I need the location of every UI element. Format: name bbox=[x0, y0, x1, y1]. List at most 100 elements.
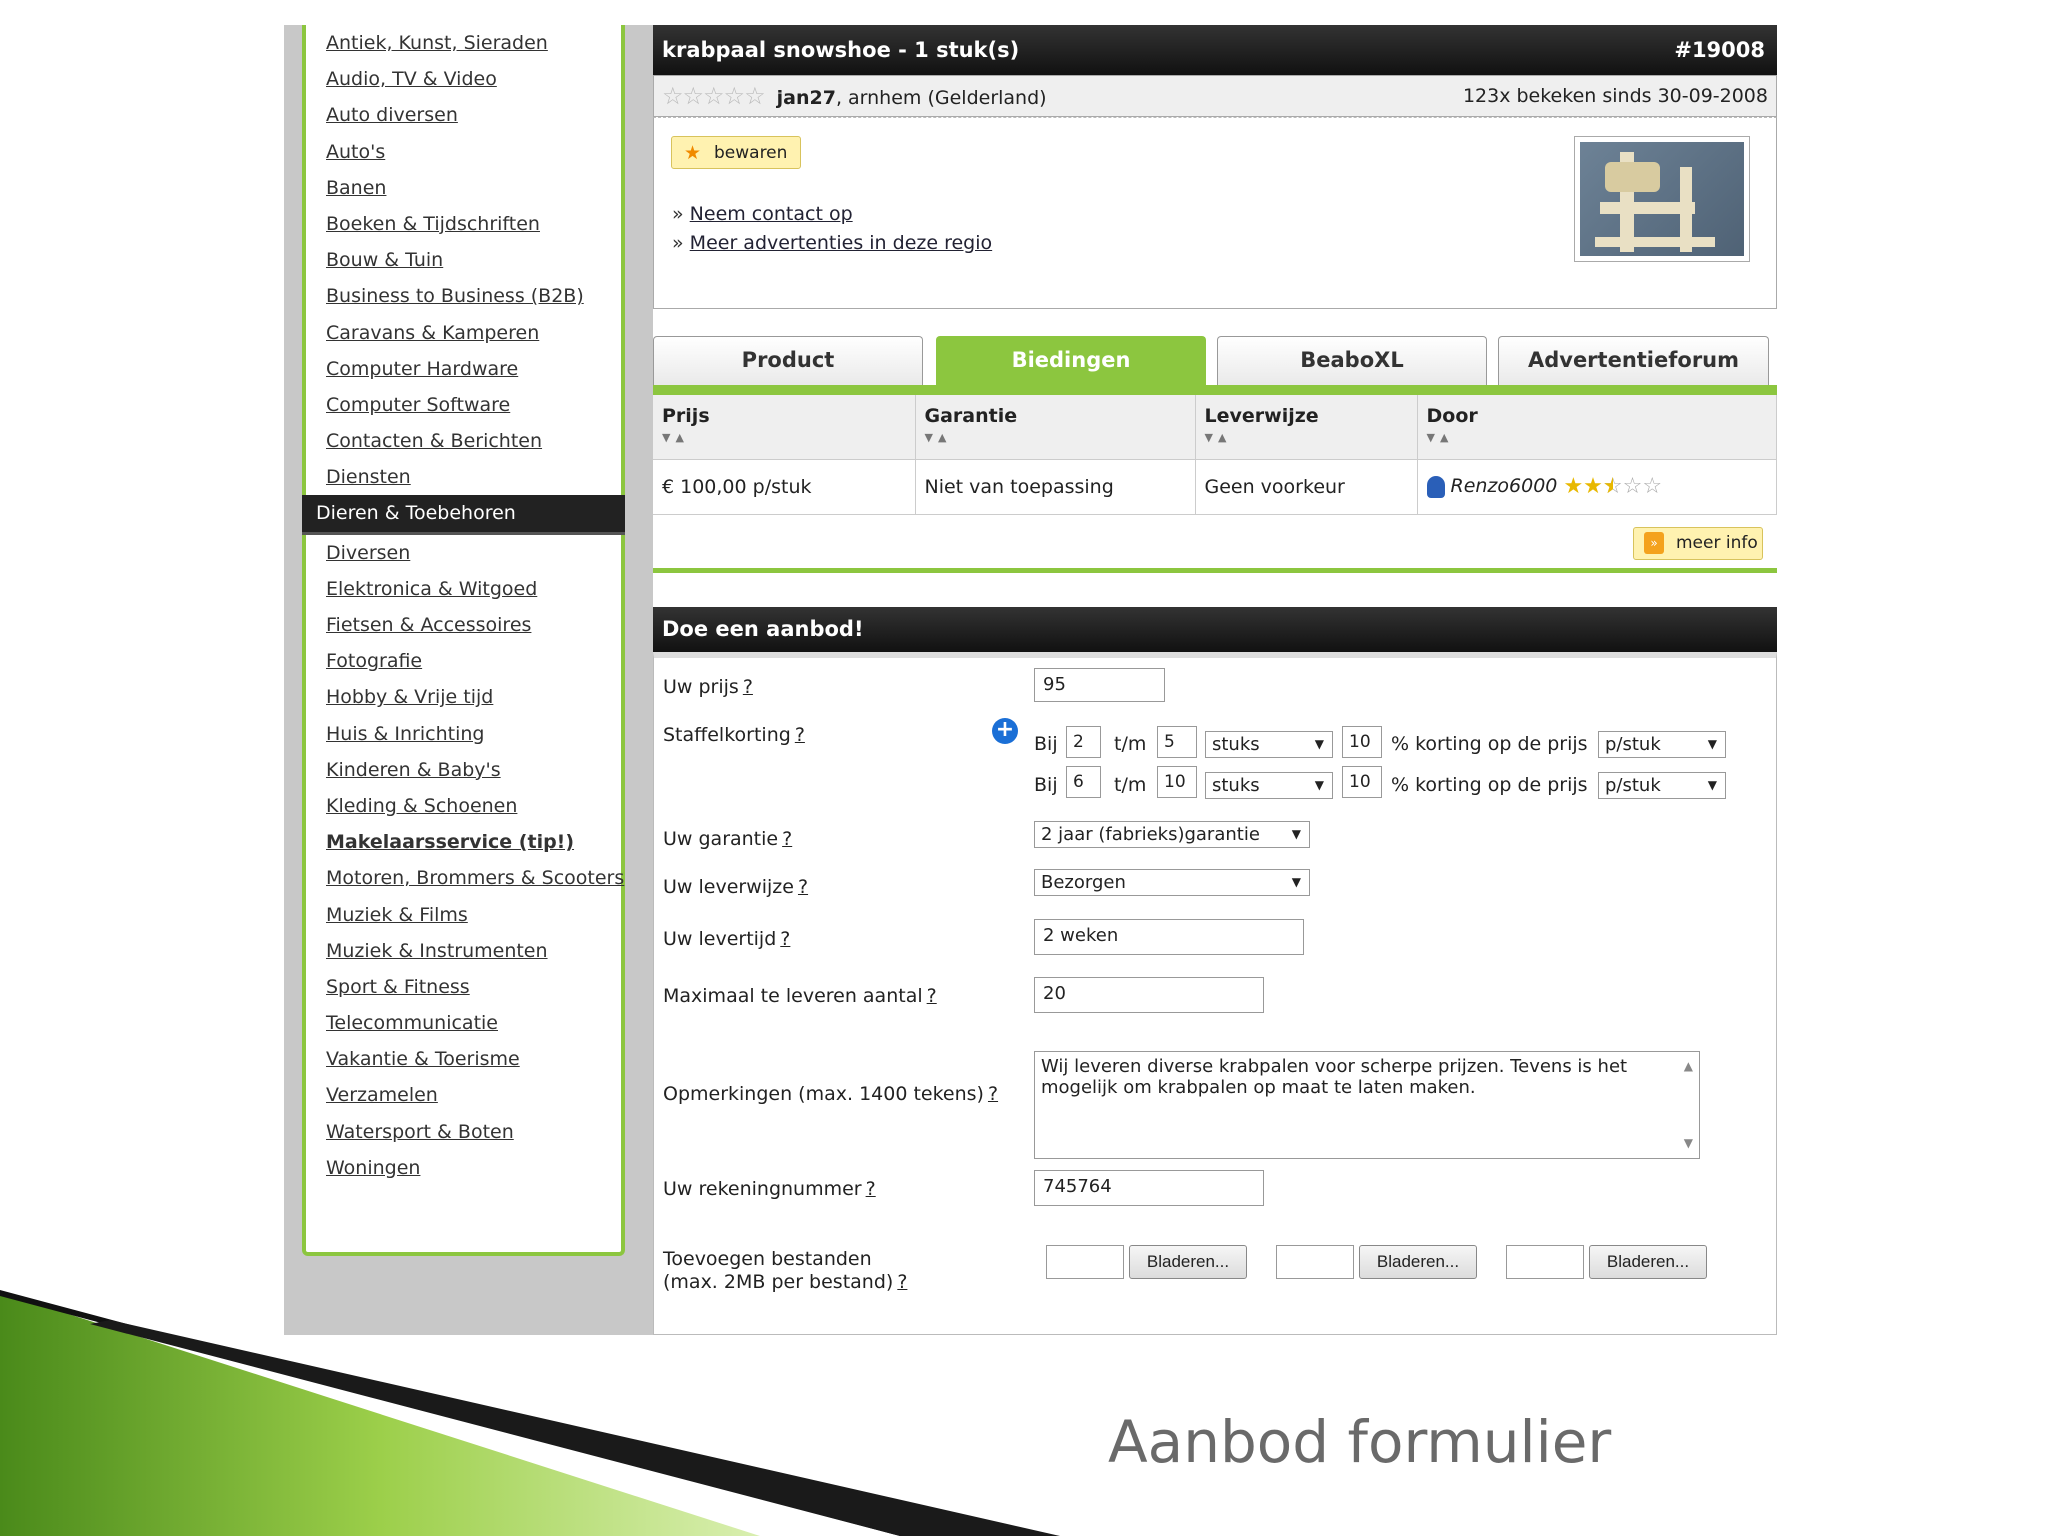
sidebar-item[interactable]: Diensten bbox=[306, 459, 621, 495]
seller-name[interactable]: jan27 bbox=[777, 87, 836, 109]
col-prijs[interactable]: Prijs ▼▲ bbox=[653, 395, 916, 460]
staffel-per-select[interactable]: p/stuk ▼ bbox=[1598, 772, 1726, 799]
sidebar-item[interactable]: Sport & Fitness bbox=[306, 969, 621, 1005]
staffel-to-input[interactable]: 10 bbox=[1157, 766, 1197, 798]
col-garantie[interactable]: Garantie ▼▲ bbox=[915, 395, 1196, 460]
scroll-up-icon[interactable]: ▲ bbox=[1684, 1056, 1693, 1077]
account-label: Uw rekeningnummer? bbox=[663, 1178, 876, 1200]
staffel-from-input[interactable]: 6 bbox=[1066, 766, 1101, 798]
staffel-per-value: p/stuk bbox=[1605, 775, 1661, 796]
sidebar-item[interactable]: Caravans & Kamperen bbox=[306, 315, 621, 351]
sort-icon[interactable]: ▼▲ bbox=[1205, 431, 1408, 444]
ad-number: #19008 bbox=[1674, 38, 1765, 62]
col-leverwijze[interactable]: Leverwijze ▼▲ bbox=[1195, 395, 1418, 460]
help-link[interactable]: ? bbox=[798, 876, 808, 898]
sidebar-item[interactable]: Auto's bbox=[306, 134, 621, 170]
file-input-3[interactable] bbox=[1506, 1245, 1584, 1279]
sidebar-item[interactable]: Boeken & Tijdschriften bbox=[306, 206, 621, 242]
region-ads-link-text[interactable]: Meer advertenties in deze regio bbox=[690, 232, 992, 254]
staffel-to-input[interactable]: 5 bbox=[1157, 726, 1197, 758]
price-input[interactable]: 95 bbox=[1034, 668, 1165, 702]
staffel-pct-input[interactable]: 10 bbox=[1342, 766, 1382, 798]
sidebar-item[interactable]: Woningen bbox=[306, 1150, 621, 1186]
account-input[interactable]: 745764 bbox=[1034, 1170, 1264, 1206]
sidebar-item[interactable]: Watersport & Boten bbox=[306, 1114, 621, 1150]
remarks-label: Opmerkingen (max. 1400 tekens)? bbox=[663, 1083, 999, 1105]
file-input-2[interactable] bbox=[1276, 1245, 1354, 1279]
sidebar-item[interactable]: Computer Software bbox=[306, 387, 621, 423]
sidebar-item[interactable]: Contacten & Berichten bbox=[306, 423, 621, 459]
offer-form: Uw prijs? 95 Staffelkorting? + Bij 2 t/m… bbox=[653, 652, 1777, 1335]
help-link[interactable]: ? bbox=[780, 928, 790, 950]
sidebar-item[interactable]: Diversen bbox=[306, 535, 621, 571]
sidebar-item[interactable]: Fietsen & Accessoires bbox=[306, 607, 621, 643]
help-link[interactable]: ? bbox=[927, 985, 937, 1007]
remarks-textarea[interactable]: Wij leveren diverse krabpalen voor scher… bbox=[1034, 1051, 1700, 1159]
more-info-label: meer info bbox=[1676, 533, 1758, 553]
sidebar-item[interactable]: Huis & Inrichting bbox=[306, 716, 621, 752]
sidebar-item[interactable]: Elektronica & Witgoed bbox=[306, 571, 621, 607]
help-link[interactable]: ? bbox=[897, 1271, 907, 1293]
sidebar-item[interactable]: Business to Business (B2B) bbox=[306, 278, 621, 314]
tab-product[interactable]: Product bbox=[653, 336, 923, 386]
sidebar-item[interactable]: Audio, TV & Video bbox=[306, 61, 621, 97]
region-ads-link[interactable]: » Meer advertenties in deze regio bbox=[672, 232, 992, 254]
col-door[interactable]: Door ▼▲ bbox=[1417, 395, 1777, 460]
sort-icon[interactable]: ▼▲ bbox=[662, 431, 906, 444]
sidebar-item[interactable]: Muziek & Instrumenten bbox=[306, 933, 621, 969]
sidebar-item[interactable]: Makelaarsservice (tip!) bbox=[306, 824, 621, 860]
chevron-down-icon: ▼ bbox=[1707, 737, 1717, 751]
delivery-select[interactable]: Bezorgen ▼ bbox=[1034, 869, 1310, 896]
sidebar-item[interactable]: Kinderen & Baby's bbox=[306, 752, 621, 788]
staffel-unit-select[interactable]: stuks ▼ bbox=[1205, 772, 1333, 799]
browse-button-2[interactable]: Bladeren... bbox=[1359, 1245, 1477, 1279]
staffel-unit-select[interactable]: stuks ▼ bbox=[1205, 731, 1333, 758]
browse-button-1[interactable]: Bladeren... bbox=[1129, 1245, 1247, 1279]
browse-button-3[interactable]: Bladeren... bbox=[1589, 1245, 1707, 1279]
tab-advertentieforum[interactable]: Advertentieforum bbox=[1498, 336, 1769, 386]
file-input-1[interactable] bbox=[1046, 1245, 1124, 1279]
col-garantie-label: Garantie bbox=[924, 405, 1018, 427]
sidebar-item[interactable]: Muziek & Films bbox=[306, 897, 621, 933]
help-link[interactable]: ? bbox=[866, 1178, 876, 1200]
help-link[interactable]: ? bbox=[795, 724, 805, 746]
save-button[interactable]: ★ bewaren bbox=[671, 136, 801, 169]
tab-beaboxl[interactable]: BeaboXL bbox=[1217, 336, 1487, 386]
view-count: 123x bekeken sinds 30-09-2008 bbox=[1462, 85, 1768, 107]
table-row: € 100,00 p/stuk Niet van toepassing Geen… bbox=[653, 459, 1777, 515]
sidebar-item[interactable]: Antiek, Kunst, Sieraden bbox=[306, 25, 621, 61]
sidebar-item[interactable]: Vakantie & Toerisme bbox=[306, 1041, 621, 1077]
bidder-name[interactable]: Renzo6000 bbox=[1451, 475, 1558, 497]
more-info-button[interactable]: » meer info bbox=[1633, 527, 1763, 560]
sort-icon[interactable]: ▼▲ bbox=[925, 431, 1186, 444]
tab-biedingen[interactable]: Biedingen bbox=[936, 336, 1206, 386]
seller-info: ☆☆☆☆☆ jan27, arnhem (Gelderland) bbox=[662, 82, 1047, 110]
leadtime-input[interactable]: 2 weken bbox=[1034, 919, 1304, 955]
help-link[interactable]: ? bbox=[988, 1083, 998, 1105]
seller-rating-stars: ☆☆☆☆☆ bbox=[662, 82, 766, 110]
staffel-per-select[interactable]: p/stuk ▼ bbox=[1598, 731, 1726, 758]
sidebar-item[interactable]: Verzamelen bbox=[306, 1077, 621, 1113]
add-row-icon[interactable]: + bbox=[992, 718, 1018, 744]
sidebar-item[interactable]: Hobby & Vrije tijd bbox=[306, 679, 621, 715]
contact-link-text[interactable]: Neem contact op bbox=[690, 203, 853, 225]
help-link[interactable]: ? bbox=[743, 676, 753, 698]
sidebar-item[interactable]: Telecommunicatie bbox=[306, 1005, 621, 1041]
product-thumbnail[interactable] bbox=[1574, 136, 1750, 262]
sort-icon[interactable]: ▼▲ bbox=[1427, 431, 1768, 444]
max-amount-input[interactable]: 20 bbox=[1034, 977, 1264, 1013]
sidebar-item[interactable]: Banen bbox=[306, 170, 621, 206]
staffel-from-input[interactable]: 2 bbox=[1066, 726, 1101, 758]
sidebar-item[interactable]: Motoren, Brommers & Scooters bbox=[306, 860, 624, 896]
sidebar-item[interactable]: Kleding & Schoenen bbox=[306, 788, 621, 824]
sidebar-item[interactable]: Fotografie bbox=[306, 643, 621, 679]
scroll-down-icon[interactable]: ▼ bbox=[1684, 1133, 1693, 1154]
sidebar-item[interactable]: Dieren & Toebehoren bbox=[302, 495, 625, 535]
sidebar-item[interactable]: Computer Hardware bbox=[306, 351, 621, 387]
help-link[interactable]: ? bbox=[782, 828, 792, 850]
warranty-select[interactable]: 2 jaar (fabrieks)garantie ▼ bbox=[1034, 821, 1310, 848]
sidebar-item[interactable]: Bouw & Tuin bbox=[306, 242, 621, 278]
sidebar-item[interactable]: Auto diversen bbox=[306, 97, 621, 133]
contact-link[interactable]: » Neem contact op bbox=[672, 203, 853, 225]
staffel-pct-input[interactable]: 10 bbox=[1342, 726, 1382, 758]
